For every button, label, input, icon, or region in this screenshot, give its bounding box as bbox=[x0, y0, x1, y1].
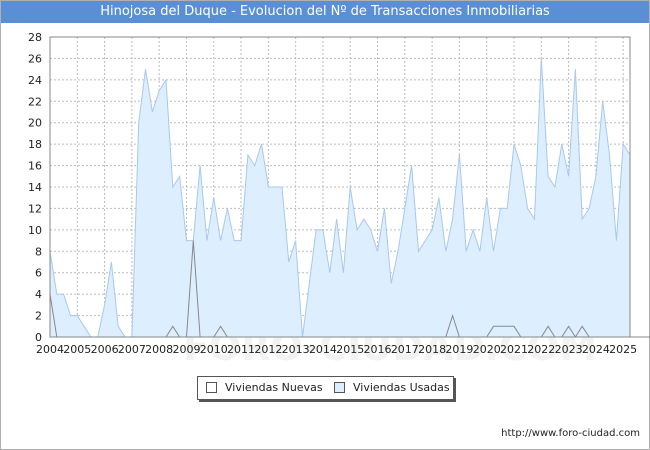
x-tick-label: 2014 bbox=[309, 343, 337, 356]
legend-item-usadas: Viviendas Usadas bbox=[334, 381, 450, 394]
y-tick-label: 4 bbox=[35, 288, 42, 301]
x-tick-label: 2012 bbox=[254, 343, 282, 356]
x-tick-label: 2022 bbox=[527, 343, 555, 356]
x-tick-label: 2020 bbox=[473, 343, 501, 356]
y-tick-label: 18 bbox=[28, 138, 42, 151]
series-area-usadas bbox=[50, 58, 630, 338]
x-tick-label: 2025 bbox=[609, 343, 637, 356]
x-tick-label: 2005 bbox=[63, 343, 91, 356]
series-layer bbox=[49, 58, 650, 338]
x-tick-label: 2008 bbox=[145, 343, 173, 356]
y-tick-label: 8 bbox=[35, 245, 42, 258]
y-tick-label: 24 bbox=[28, 74, 42, 87]
x-tick-label: 2013 bbox=[282, 343, 310, 356]
x-tick-label: 2004 bbox=[36, 343, 64, 356]
legend-swatch-usadas bbox=[334, 382, 345, 393]
y-tick-label: 26 bbox=[28, 52, 42, 65]
x-tick-label: 2010 bbox=[200, 343, 228, 356]
y-tick-label: 20 bbox=[28, 117, 42, 130]
x-tick-label: 2011 bbox=[227, 343, 255, 356]
x-tick-label: 2016 bbox=[364, 343, 392, 356]
y-tick-label: 10 bbox=[28, 224, 42, 237]
legend-swatch-nuevas bbox=[206, 382, 217, 393]
y-tick-label: 16 bbox=[28, 160, 42, 173]
x-tick-label: 2017 bbox=[391, 343, 419, 356]
x-tick-label: 2009 bbox=[172, 343, 200, 356]
legend: Viviendas Nuevas Viviendas Usadas bbox=[197, 376, 454, 400]
y-tick-label: 22 bbox=[28, 95, 42, 108]
x-tick-label: 2006 bbox=[91, 343, 119, 356]
y-tick-label: 6 bbox=[35, 267, 42, 280]
y-tick-label: 28 bbox=[28, 31, 42, 44]
x-tick-label: 2015 bbox=[336, 343, 364, 356]
x-tick-label: 2023 bbox=[555, 343, 583, 356]
x-tick-label: 2007 bbox=[118, 343, 146, 356]
footer-url: http://www.foro-ciudad.com bbox=[501, 428, 640, 439]
x-tick-label: 2024 bbox=[582, 343, 610, 356]
y-tick-label: 12 bbox=[28, 202, 42, 215]
legend-label-nuevas: Viviendas Nuevas bbox=[225, 381, 323, 394]
x-tick-label: 2019 bbox=[445, 343, 473, 356]
y-tick-label: 14 bbox=[28, 181, 42, 194]
x-tick-label: 2018 bbox=[418, 343, 446, 356]
y-tick-label: 2 bbox=[35, 310, 42, 323]
legend-label-usadas: Viviendas Usadas bbox=[353, 381, 450, 394]
legend-item-nuevas: Viviendas Nuevas bbox=[206, 381, 323, 394]
x-tick-label: 2021 bbox=[500, 343, 528, 356]
